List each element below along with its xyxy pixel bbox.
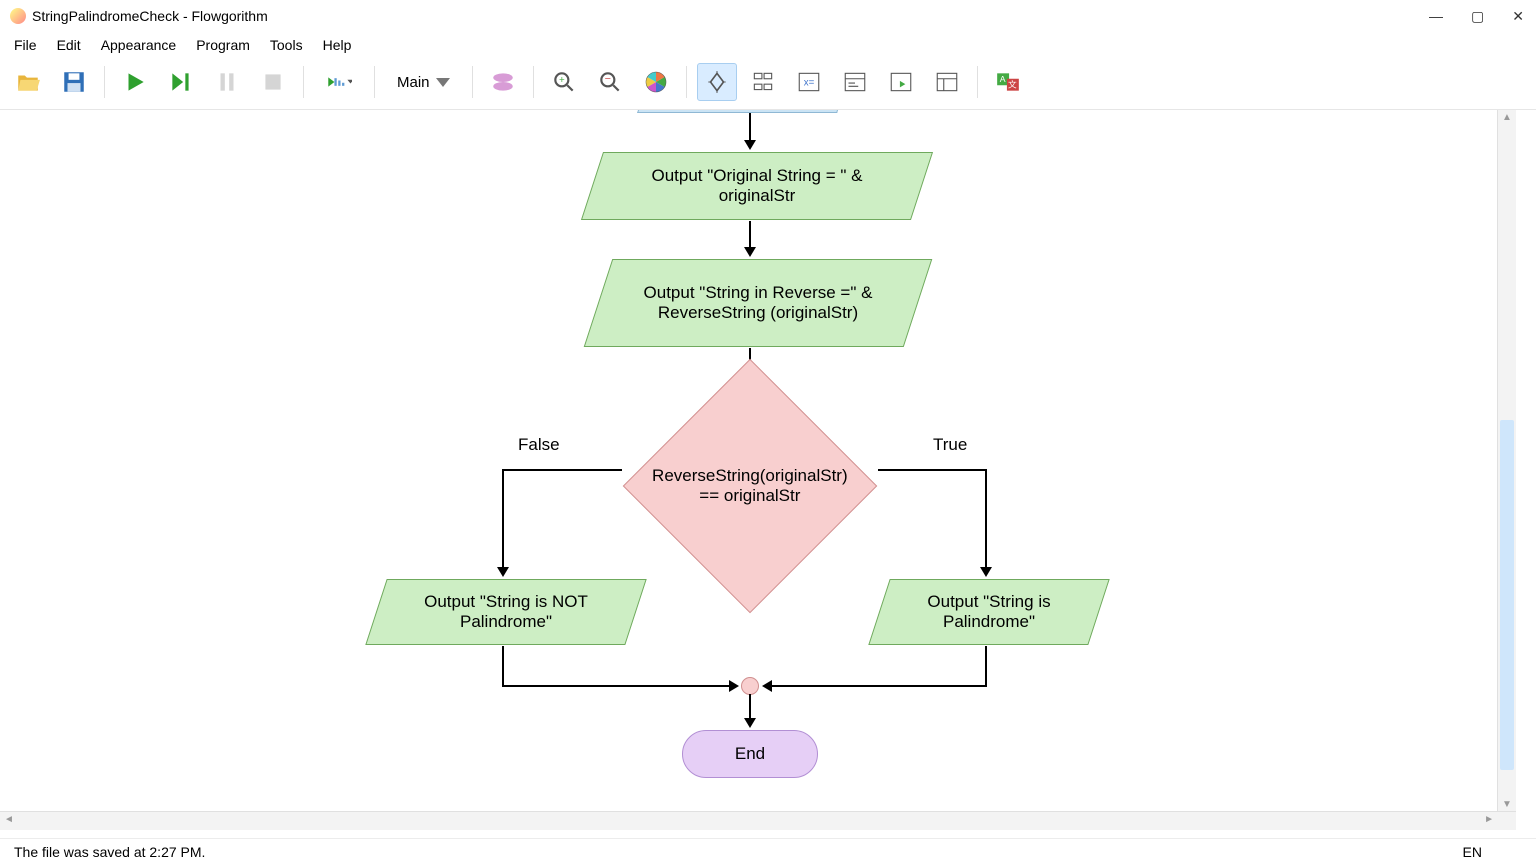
add-shape-button[interactable] [483,63,523,101]
minimize-button[interactable]: — [1429,8,1443,25]
chevron-down-icon [436,78,450,87]
flowchart-output-not-palindrome-label: Output "String is NOT Palindrome" [405,592,607,632]
arrow-down-icon [744,718,756,728]
svg-text:x=: x= [803,77,814,88]
flowchart-connector [502,469,622,471]
title-bar: StringPalindromeCheck - Flowgorithm — ▢ … [0,0,1536,33]
close-button[interactable]: ✕ [1512,8,1524,25]
menu-program[interactable]: Program [196,37,250,53]
flowchart-connector [502,646,504,686]
scroll-up-icon[interactable]: ▲ [1502,112,1512,123]
flowchart-output-is-palindrome[interactable]: Output "String is Palindrome" [868,579,1109,645]
separator [303,66,304,98]
menu-file[interactable]: File [14,37,37,53]
flowchart-connector [749,694,751,720]
save-button[interactable] [54,63,94,101]
maximize-button[interactable]: ▢ [1471,8,1484,25]
layout-indent-button[interactable] [743,63,783,101]
svg-text:−: − [604,73,610,85]
flowchart-output-original[interactable]: Output "Original String = " & originalSt… [581,152,933,220]
stop-button[interactable] [253,63,293,101]
zoom-out-button[interactable]: − [590,63,630,101]
menu-help[interactable]: Help [323,37,352,53]
menu-appearance[interactable]: Appearance [101,37,177,53]
layout-center-button[interactable] [697,63,737,101]
separator [104,66,105,98]
flowchart-connector [502,469,504,569]
flowchart-connector [749,221,751,249]
export-image-button[interactable] [881,63,921,101]
flowchart-connector [770,685,987,687]
vertical-scrollbar[interactable]: ▲ ▼ [1497,110,1516,830]
arrow-left-icon [762,680,772,692]
flowchart-connector [985,646,987,686]
console-button[interactable] [835,63,875,101]
scroll-down-icon[interactable]: ▼ [1502,799,1512,810]
translate-button[interactable]: A文 [988,63,1028,101]
decision-true-label: True [933,435,967,455]
run-button[interactable] [115,63,155,101]
flowchart-output-reverse[interactable]: Output "String in Reverse =" & ReverseSt… [584,259,933,347]
flowchart-connector [749,113,751,142]
arrow-down-icon [980,567,992,577]
scroll-right-icon[interactable]: ► [1484,814,1494,825]
function-selector-label: Main [397,74,430,91]
flowchart-connector [878,469,987,471]
variable-watch-button[interactable]: x= [789,63,829,101]
svg-text:A: A [999,74,1005,84]
flowchart-partial-shape[interactable] [637,110,843,113]
menu-bar: File Edit Appearance Program Tools Help [0,33,1536,59]
window-title: StringPalindromeCheck - Flowgorithm [32,8,1429,24]
function-selector[interactable]: Main [385,64,462,100]
menu-tools[interactable]: Tools [270,37,303,53]
color-scheme-button[interactable] [636,63,676,101]
flowchart-decision[interactable]: ReverseString(originalStr) == originalSt… [623,359,878,614]
arrow-right-icon [729,680,739,692]
window-controls: — ▢ ✕ [1429,8,1524,25]
status-message: The file was saved at 2:27 PM. [14,844,205,860]
flowchart-end-label: End [735,744,765,764]
scroll-left-icon[interactable]: ◄ [4,814,14,825]
menu-edit[interactable]: Edit [57,37,81,53]
flowchart-connector [502,685,731,687]
svg-text:+: + [558,75,564,86]
arrow-down-icon [497,567,509,577]
app-icon [10,8,26,24]
flowchart-connector [985,469,987,569]
scrollbar-thumb[interactable] [1500,420,1514,770]
separator [686,66,687,98]
svg-text:文: 文 [1008,78,1017,89]
flowchart-output-reverse-label: Output "String in Reverse =" & ReverseSt… [627,283,889,323]
flowchart-merge-node[interactable] [741,677,759,695]
flowchart-output-is-palindrome-label: Output "String is Palindrome" [908,592,1070,632]
status-language[interactable]: EN [1463,844,1482,860]
step-button[interactable] [161,63,201,101]
horizontal-scrollbar[interactable]: ◄ ► [0,811,1516,830]
flowchart-end[interactable]: End [682,730,818,778]
pause-button[interactable] [207,63,247,101]
status-bar: The file was saved at 2:27 PM. EN [0,838,1536,864]
arrow-down-icon [744,140,756,150]
separator [533,66,534,98]
flowchart-output-not-palindrome[interactable]: Output "String is NOT Palindrome" [365,579,646,645]
separator [977,66,978,98]
flowchart-output-original-label: Output "Original String = " & originalSt… [621,166,893,206]
toolbar: Main + − x= A文 [0,59,1536,110]
zoom-in-button[interactable]: + [544,63,584,101]
flowchart-canvas[interactable]: Output "Original String = " & originalSt… [0,110,1516,830]
export-code-button[interactable] [927,63,967,101]
arrow-down-icon [744,247,756,257]
separator [374,66,375,98]
speed-dropdown[interactable] [314,63,364,101]
flowchart-decision-label: ReverseString(originalStr) == originalSt… [652,466,848,506]
open-button[interactable] [8,63,48,101]
separator [472,66,473,98]
decision-false-label: False [518,435,560,455]
